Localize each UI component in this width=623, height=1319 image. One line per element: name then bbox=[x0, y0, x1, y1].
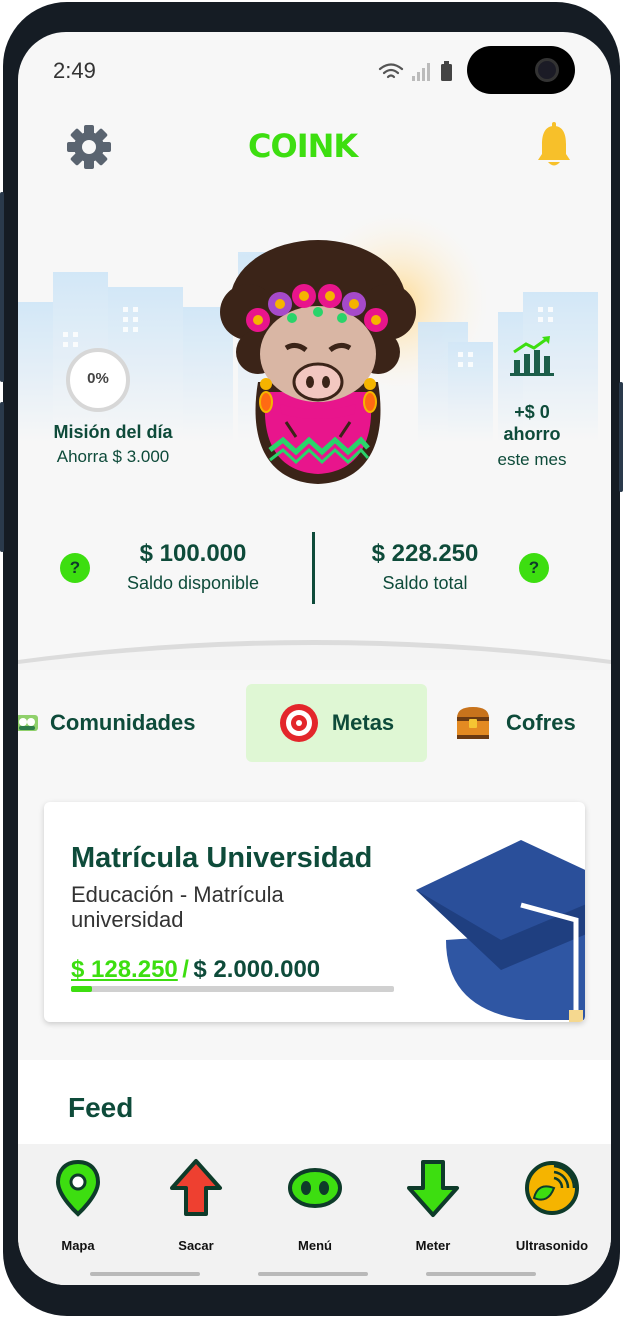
signal-icon bbox=[412, 63, 430, 81]
available-balance-amount: $ 100.000 bbox=[139, 540, 247, 567]
system-nav-bar bbox=[426, 1272, 536, 1276]
monthly-savings-label: ahorro bbox=[503, 424, 561, 444]
nav-menu-label: Menú bbox=[298, 1238, 332, 1253]
side-button bbox=[0, 192, 4, 382]
goal-card[interactable]: Matrícula Universidad Educación - Matríc… bbox=[44, 802, 585, 1022]
phone-frame: 2:49 COINK 0% Misión del día Ahorra $ 3.… bbox=[0, 2, 623, 1316]
nav-mapa[interactable]: Mapa bbox=[23, 1158, 133, 1253]
target-icon bbox=[279, 704, 318, 742]
goal-amounts: $ 128.250 / $ 2.000.000 bbox=[71, 956, 320, 984]
feed-title: Feed bbox=[68, 1092, 134, 1123]
nav-sacar-label: Sacar bbox=[178, 1238, 214, 1253]
section-wave-divider bbox=[18, 630, 611, 670]
available-balance-help-button[interactable]: ? bbox=[60, 553, 90, 583]
system-nav-bar bbox=[90, 1272, 200, 1276]
side-button bbox=[0, 402, 4, 552]
battery-icon bbox=[441, 61, 452, 81]
goal-saved-amount: $ 128.250 bbox=[71, 956, 178, 983]
goal-category: Educación - Matrícula universidad bbox=[71, 882, 284, 932]
nav-ultrasonido-label: Ultrasonido bbox=[515, 1238, 589, 1253]
tab-cofres[interactable]: Cofres bbox=[454, 684, 611, 762]
mission-title: Misión del día bbox=[53, 422, 173, 442]
mission-subtitle: Ahorra $ 3.000 bbox=[56, 447, 170, 466]
settings-gear-icon[interactable] bbox=[66, 124, 112, 170]
graduation-cap-icon bbox=[416, 840, 585, 1022]
system-nav-bar bbox=[258, 1272, 368, 1276]
nav-meter[interactable]: Meter bbox=[378, 1158, 488, 1253]
total-balance-label: Saldo total bbox=[382, 573, 468, 593]
goal-title: Matrícula Universidad bbox=[71, 842, 373, 874]
goal-progress-bar bbox=[71, 986, 394, 992]
available-balance-label: Saldo disponible bbox=[126, 573, 260, 593]
goal-progress-fill bbox=[71, 986, 92, 992]
tab-comunidades[interactable]: Comunidades bbox=[18, 684, 234, 762]
goal-target-amount: $ 2.000.000 bbox=[193, 956, 321, 983]
notification-bell-icon[interactable] bbox=[536, 122, 572, 168]
camera-lens bbox=[535, 58, 559, 82]
status-icons bbox=[378, 61, 452, 81]
communities-icon bbox=[18, 715, 38, 731]
nav-sacar[interactable]: Sacar bbox=[141, 1158, 251, 1253]
arrow-down-icon bbox=[407, 1160, 459, 1217]
nav-mapa-label: Mapa bbox=[61, 1238, 95, 1253]
monthly-savings-period: este mes bbox=[497, 450, 567, 469]
monthly-savings-amount: +$ 0 bbox=[514, 402, 550, 422]
goal-amount-separator: / bbox=[182, 956, 189, 983]
side-button bbox=[619, 382, 623, 492]
treasure-chest-icon bbox=[457, 707, 489, 739]
tab-cofres-label: Cofres bbox=[506, 710, 576, 735]
pig-mascot-illustration bbox=[220, 240, 416, 484]
total-balance-help-button[interactable]: ? bbox=[519, 553, 549, 583]
pig-nose-icon bbox=[288, 1168, 342, 1208]
nav-menu[interactable]: Menú bbox=[260, 1158, 370, 1253]
ultrasound-icon bbox=[525, 1161, 579, 1215]
balance-divider bbox=[312, 532, 315, 604]
tab-comunidades-label: Comunidades bbox=[50, 710, 196, 735]
nav-ultrasonido[interactable]: Ultrasonido bbox=[497, 1158, 607, 1253]
map-pin-icon bbox=[55, 1159, 101, 1217]
arrow-up-icon bbox=[170, 1159, 222, 1216]
bottom-nav: Mapa Sacar Menú Meter Ultrasonido bbox=[18, 1144, 611, 1285]
app-screen: 2:49 COINK 0% Misión del día Ahorra $ 3.… bbox=[18, 32, 611, 1285]
total-balance-amount: $ 228.250 bbox=[371, 540, 479, 567]
nav-meter-label: Meter bbox=[415, 1238, 451, 1253]
tab-metas-label: Metas bbox=[331, 710, 395, 735]
growth-chart-icon[interactable] bbox=[510, 334, 554, 376]
tab-metas[interactable]: Metas bbox=[246, 684, 427, 762]
wifi-icon bbox=[378, 63, 404, 79]
mission-percent: 0% bbox=[87, 370, 109, 387]
coink-logo: COINK bbox=[248, 127, 358, 165]
status-time: 2:49 bbox=[53, 58, 96, 83]
